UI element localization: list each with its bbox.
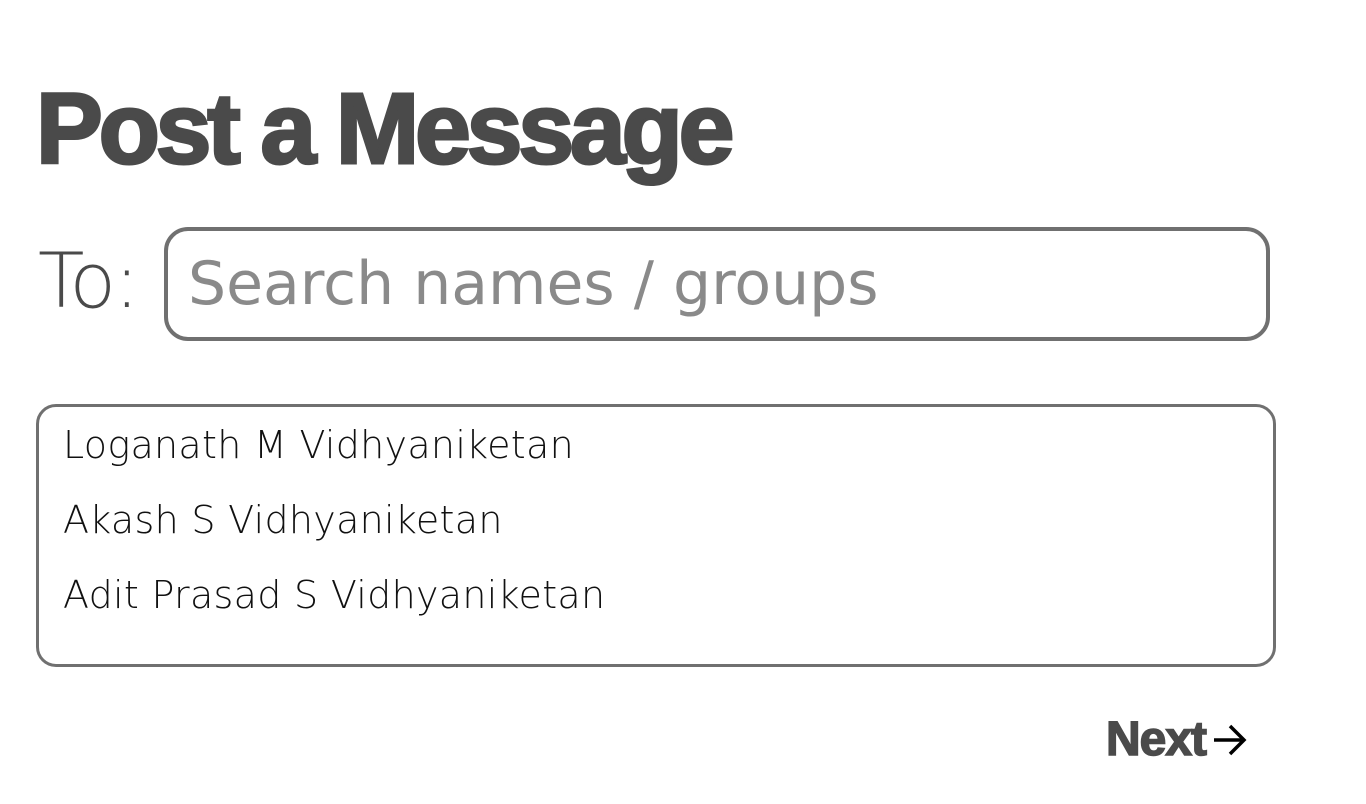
arrow-right-icon: [1214, 724, 1247, 755]
page-title: Post a Message: [34, 73, 735, 186]
to-label: To:: [38, 236, 140, 325]
suggestion-list: Loganath M Vidhyaniketan Akash S Vidhyan…: [36, 404, 1276, 667]
next-label: Next: [1105, 712, 1208, 767]
suggestion-item[interactable]: Loganath M Vidhyaniketan: [63, 421, 1273, 496]
suggestion-item[interactable]: Akash S Vidhyaniketan: [63, 496, 1273, 571]
next-button[interactable]: Next: [1105, 712, 1248, 767]
suggestion-item[interactable]: Adit Prasad S Vidhyaniketan: [63, 571, 1273, 646]
recipient-search-input[interactable]: [164, 227, 1270, 341]
